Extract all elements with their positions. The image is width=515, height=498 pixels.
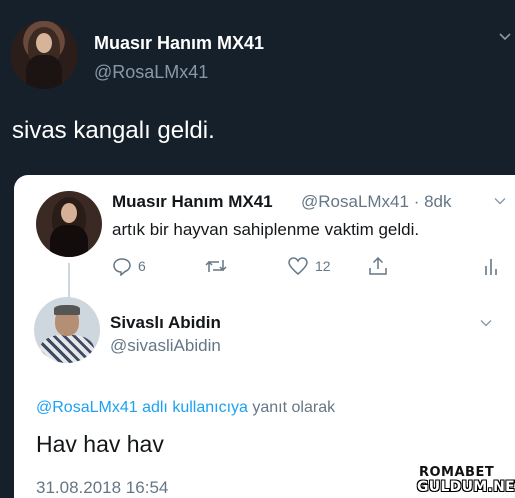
reply-to-link[interactable]: adlı kullanıcıya <box>142 399 248 416</box>
chevron-down-icon[interactable] <box>494 195 506 207</box>
chevron-down-icon[interactable] <box>498 30 512 44</box>
author-handle[interactable]: @RosaLMx41 <box>94 62 208 83</box>
reply-text: Hav hav hav <box>36 431 164 457</box>
reply-button[interactable]: 6 <box>112 255 146 277</box>
reply-author-handle[interactable]: @sivasliAbidin <box>110 336 221 356</box>
reply-author-name[interactable]: Sivaslı Abidin <box>110 313 221 333</box>
tweet-timestamp[interactable]: 31.08.2018 16:54 <box>36 478 168 498</box>
avatar-shirt <box>40 335 94 363</box>
avatar[interactable] <box>36 191 102 257</box>
like-count: 12 <box>315 258 331 274</box>
tweet-actions: 6 12 <box>112 255 502 279</box>
quoted-author-handle-time[interactable]: @RosaLMx41 · 8dk <box>301 192 452 212</box>
main-tweet: Muasır Hanım MX41 @RosaLMx41 sivas kanga… <box>0 0 515 175</box>
watermark-line2: GULDUM.NET <box>417 479 515 495</box>
avatar-body <box>26 55 62 89</box>
avatar-face <box>61 203 77 223</box>
avatar-hair <box>54 305 80 315</box>
retweet-icon <box>205 260 227 272</box>
retweet-button[interactable] <box>204 255 228 277</box>
analytics-button[interactable] <box>484 255 498 277</box>
analytics-icon <box>485 259 497 275</box>
replying-to: @RosaLMx41 adlı kullanıcıya yanıt olarak <box>36 399 335 417</box>
share-button[interactable] <box>367 255 389 277</box>
avatar-face <box>36 33 52 53</box>
share-icon <box>369 256 387 275</box>
quoted-author-name[interactable]: Muasır Hanım MX41 <box>112 192 273 212</box>
watermark-line1: ROMABET <box>419 465 495 480</box>
avatar[interactable] <box>34 297 100 363</box>
tweet-text: sivas kangalı geldi. <box>12 117 215 144</box>
site-watermark: ROMABET GULDUM.NET <box>417 465 515 495</box>
quoted-tweet-text: artık bir hayvan sahiplenme vaktim geldi… <box>112 220 420 239</box>
avatar[interactable] <box>10 21 78 89</box>
reply-to-suffix: yanıt olarak <box>252 399 336 416</box>
quoted-thread-card[interactable]: Muasır Hanım MX41 @RosaLMx41 · 8dk artık… <box>14 175 515 498</box>
reply-icon <box>113 258 131 276</box>
author-name[interactable]: Muasır Hanım MX41 <box>94 33 264 54</box>
thread-connector-line <box>68 263 70 297</box>
reply-to-mention[interactable]: @RosaLMx41 <box>36 399 138 416</box>
like-button[interactable]: 12 <box>287 255 331 277</box>
reply-count: 6 <box>138 258 146 274</box>
avatar-body <box>50 225 88 257</box>
chevron-down-icon[interactable] <box>480 317 492 329</box>
like-icon <box>288 257 308 275</box>
